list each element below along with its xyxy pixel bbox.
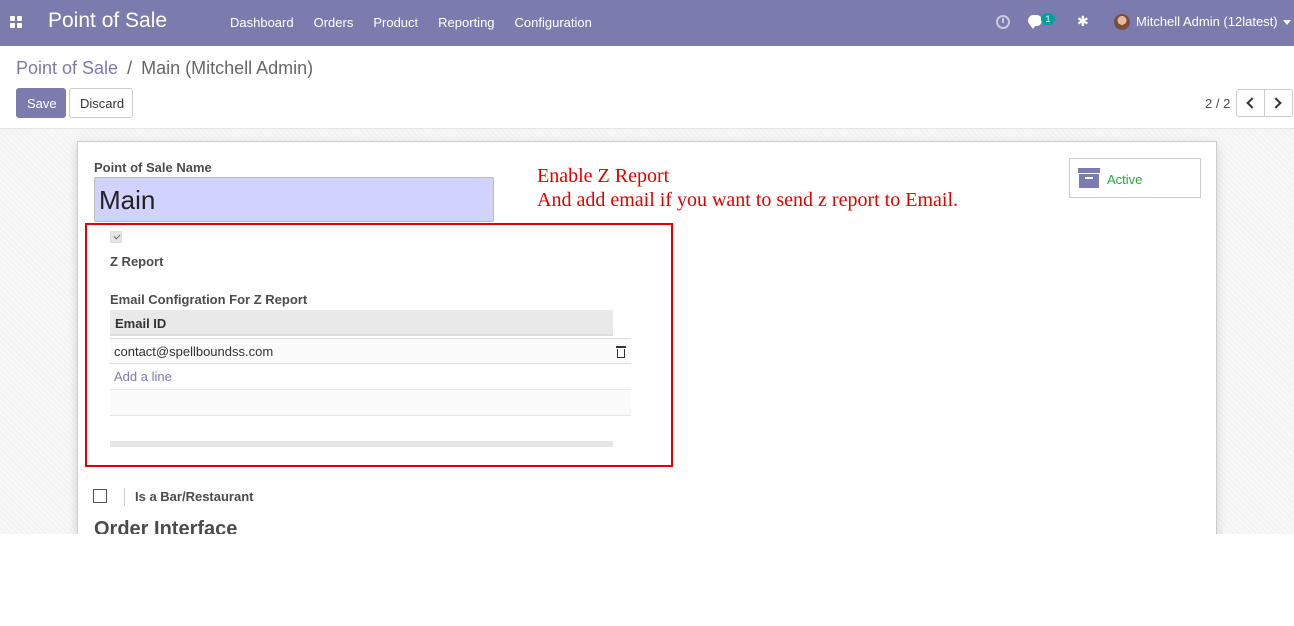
annotation-line-1: Enable Z Report: [537, 165, 670, 187]
breadcrumb: Point of Sale / Main (Mitchell Admin): [16, 58, 313, 79]
menu-item-reporting[interactable]: Reporting: [428, 0, 504, 46]
add-line-link[interactable]: Add a line: [114, 369, 172, 384]
apps-grid-icon[interactable]: [10, 16, 23, 29]
pos-name-label: Point of Sale Name: [94, 160, 212, 175]
user-menu-name[interactable]: Mitchell Admin (12latest): [1136, 14, 1278, 29]
archive-icon: [1078, 168, 1100, 188]
chevron-right-icon: [1270, 97, 1282, 109]
menu-item-orders[interactable]: Orders: [304, 0, 364, 46]
breadcrumb-current: Main (Mitchell Admin): [141, 58, 314, 78]
caret-down-icon[interactable]: [1283, 20, 1291, 25]
email-cell[interactable]: contact@spellboundss.com: [114, 344, 273, 359]
chat-badge: 1: [1041, 13, 1055, 25]
top-navbar: Point of Sale Dashboard Orders Product R…: [0, 0, 1294, 46]
active-label: Active: [1107, 172, 1143, 187]
breadcrumb-separator: /: [127, 58, 133, 78]
main-menu: Dashboard Orders Product Reporting Confi…: [220, 0, 602, 46]
email-table-header: Email ID: [110, 310, 613, 336]
bar-restaurant-checkbox[interactable]: [93, 489, 107, 503]
avatar[interactable]: [1114, 14, 1130, 30]
pos-name-input[interactable]: Main: [94, 177, 494, 222]
pager-value: 2 / 2: [1205, 96, 1231, 111]
menu-item-dashboard[interactable]: Dashboard: [220, 0, 304, 46]
menu-item-product[interactable]: Product: [363, 0, 428, 46]
debug-bug-icon[interactable]: ✱: [1077, 13, 1089, 30]
bar-restaurant-label: Is a Bar/Restaurant: [135, 489, 254, 504]
activity-clock-icon[interactable]: [996, 15, 1010, 29]
z-report-checkbox[interactable]: [110, 231, 122, 243]
bottom-blank-area: [0, 534, 1294, 626]
chat-icon[interactable]: [1028, 15, 1042, 29]
app-title: Point of Sale: [48, 9, 168, 32]
menu-item-configuration[interactable]: Configuration: [505, 0, 602, 46]
email-table-footer: [110, 441, 613, 447]
table-row[interactable]: contact@spellboundss.com: [110, 338, 631, 364]
pager-previous-button[interactable]: [1236, 89, 1265, 117]
annotation-line-2: And add email if you want to send z repo…: [537, 189, 959, 211]
breadcrumb-parent[interactable]: Point of Sale: [16, 58, 118, 78]
discard-button[interactable]: Discard: [69, 88, 133, 118]
active-toggle-button[interactable]: Active: [1069, 158, 1201, 198]
empty-table-row: [110, 389, 631, 416]
field-divider: [124, 488, 125, 506]
z-report-label: Z Report: [110, 254, 164, 269]
instruction-annotation: Enable Z Report And add email if you wan…: [537, 164, 958, 212]
chevron-left-icon: [1246, 97, 1258, 109]
trash-icon[interactable]: [616, 346, 626, 358]
email-config-label: Email Configration For Z Report: [110, 292, 308, 307]
column-header-email-id[interactable]: Email ID: [115, 316, 166, 331]
save-button[interactable]: Save: [16, 88, 66, 118]
pager-next-button[interactable]: [1264, 89, 1293, 117]
